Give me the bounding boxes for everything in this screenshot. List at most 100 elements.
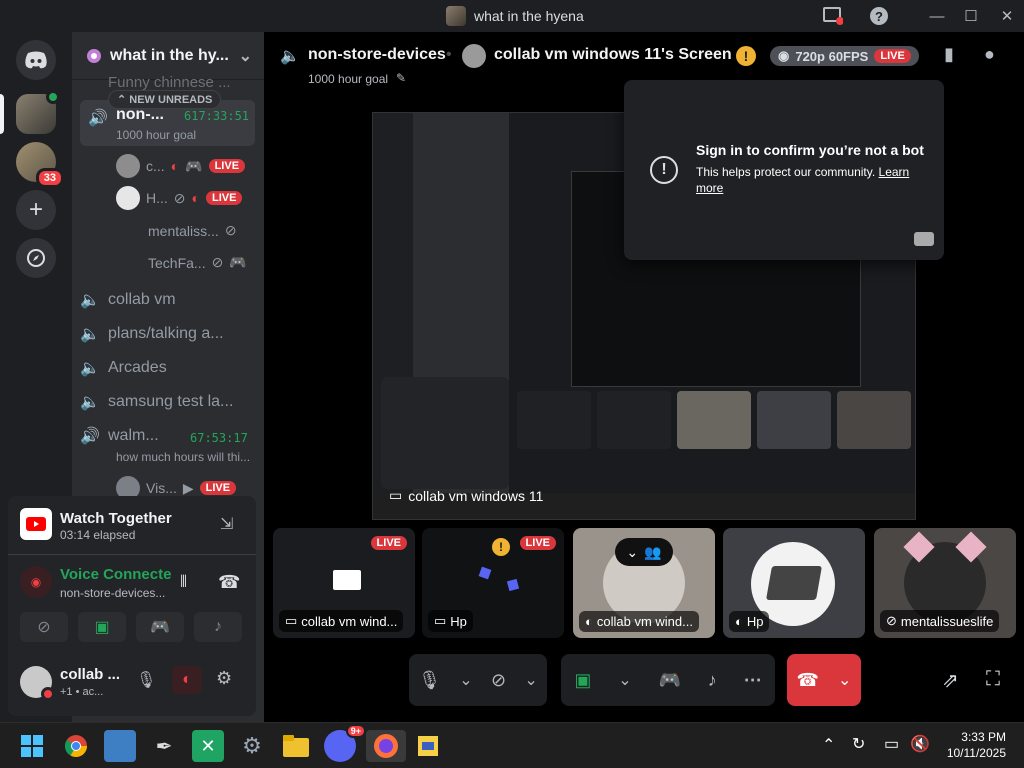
channel-topic: 1000 hour goal: [308, 72, 389, 86]
channel-plans[interactable]: 🔈 plans/talking a...: [80, 324, 224, 344]
discord-icon[interactable]: 9+: [324, 724, 366, 762]
camera-off-icon[interactable]: ⊘: [491, 670, 506, 691]
volume-muted-icon[interactable]: 🔇: [910, 734, 930, 754]
settings-icon[interactable]: ⚙: [236, 730, 268, 762]
activity-button[interactable]: 🎮: [136, 612, 184, 642]
tile-hp-1[interactable]: ! LIVE ▭ Hp: [422, 528, 564, 638]
channel-label: collab vm: [108, 291, 176, 308]
maximize-icon[interactable]: ☐: [954, 0, 988, 32]
chrome-icon[interactable]: [60, 730, 92, 762]
tile-label: ⊘ mentalissueslife: [880, 610, 1000, 632]
separator-dot: •: [446, 46, 452, 63]
stream-quality-badge[interactable]: ◉ 720p 60FPS LIVE: [770, 46, 919, 66]
firefox-icon[interactable]: [366, 730, 406, 762]
title-bar: what in the hyena ? — ☐ ✕: [0, 0, 1024, 32]
server-badge-icon: [87, 48, 101, 63]
channel-timer: 617:33:51: [184, 109, 250, 123]
edit-icon[interactable]: ✎: [396, 71, 406, 85]
tile-collab-vm-2[interactable]: ⌄ 👥 ◐ collab vm wind...: [573, 528, 715, 638]
signal-icon[interactable]: ◉: [20, 566, 52, 598]
avatar[interactable]: [20, 666, 55, 701]
server-second[interactable]: 33: [16, 142, 64, 188]
voice-user-h[interactable]: H... ⊘ ◐ LIVE: [116, 186, 243, 210]
server-what-in-the-hyena[interactable]: [16, 90, 60, 134]
soundboard-icon[interactable]: ♪: [708, 670, 717, 691]
disconnect-icon[interactable]: ☎: [218, 572, 240, 593]
gear-icon[interactable]: ⚙: [216, 668, 232, 689]
chevron-down-icon[interactable]: ⌄: [459, 670, 472, 690]
tile-name: Hp: [450, 613, 467, 629]
warning-icon[interactable]: !: [736, 46, 756, 66]
fullscreen-icon[interactable]: ⛶: [986, 668, 1000, 691]
sync-icon[interactable]: ↻: [852, 734, 865, 754]
start-icon[interactable]: [16, 730, 48, 762]
chat-icon[interactable]: ●: [984, 44, 995, 65]
monitor-icon: ▭: [434, 613, 447, 628]
display-icon[interactable]: ▭: [884, 734, 899, 754]
more-icon[interactable]: ⋯: [744, 670, 762, 691]
camera-off-button[interactable]: ⊘: [20, 612, 68, 642]
inbox-icon[interactable]: [816, 0, 850, 32]
xbox-icon[interactable]: ✕: [192, 730, 224, 762]
voice-user-c[interactable]: c... ◐ 🎮 LIVE: [116, 154, 246, 178]
muted-icon: ⊘: [173, 189, 186, 206]
tray-chevron-icon[interactable]: ⌃: [822, 735, 835, 755]
bookmark-icon[interactable]: ▮: [944, 44, 954, 65]
server-header[interactable]: what in the hy... ⌄: [72, 32, 264, 80]
new-unreads-pill[interactable]: ⌃ NEW UNREADS: [108, 90, 222, 109]
info-icon: !: [650, 156, 678, 184]
dnd-status-icon: [41, 687, 55, 701]
users-icon: 👥: [644, 543, 662, 560]
tile-hp-2[interactable]: ◐ Hp: [723, 528, 865, 638]
tile-mentalissueslife[interactable]: ⊘ mentalissueslife: [874, 528, 1016, 638]
screen-share-icon[interactable]: ▣: [574, 670, 591, 691]
speaker-icon: 🔈: [80, 394, 100, 411]
muted-icon: ⊘: [886, 613, 897, 628]
watch-stream-button[interactable]: ⌄ 👥: [615, 538, 673, 566]
popup-body-text: This helps protect our community.: [696, 165, 876, 179]
chevron-down-icon[interactable]: ⌄: [524, 670, 537, 690]
channel-arcades[interactable]: 🔈 Arcades: [80, 358, 167, 378]
voice-channel[interactable]: non-store-devices...: [60, 586, 165, 600]
soundboard-button[interactable]: ♪: [194, 612, 242, 642]
channel-walm[interactable]: 🔊 walm...: [80, 426, 159, 446]
pen-tool-icon[interactable]: ✒: [148, 730, 180, 762]
winrar-icon[interactable]: [412, 730, 444, 762]
speaker-icon: 🔈: [280, 48, 300, 65]
channel-samsung[interactable]: 🔈 samsung test la...: [80, 392, 233, 412]
voice-user-techfa[interactable]: TechFa... ⊘ 🎮: [148, 254, 247, 271]
nested-tiles: [517, 391, 913, 451]
remote-desktop-icon[interactable]: [104, 730, 136, 762]
live-badge: LIVE: [519, 536, 556, 550]
user-name[interactable]: collab ...: [60, 666, 120, 683]
minimize-icon[interactable]: —: [920, 0, 954, 32]
voice-user-name: Vis...: [146, 480, 177, 496]
stream-pixel: [506, 578, 520, 592]
clock[interactable]: 3:33 PM 10/11/2025: [944, 729, 1006, 761]
channel-funny[interactable]: Funny chinnese ...: [80, 74, 231, 91]
discover-icon[interactable]: [16, 238, 56, 278]
chevron-down-icon[interactable]: ⌄: [838, 670, 851, 690]
voice-user-mentaliss[interactable]: mentaliss... ⊘: [148, 222, 237, 239]
voice-user-name: mentaliss...: [148, 222, 219, 239]
chevron-down-icon[interactable]: ⌄: [618, 670, 631, 690]
screen-share-button[interactable]: ▣: [78, 612, 126, 642]
disconnect-button[interactable]: ☎ ⌄: [787, 654, 861, 706]
voice-status[interactable]: Voice Connected: [60, 566, 172, 583]
discord-home-icon[interactable]: [16, 40, 56, 80]
channel-collab-vm[interactable]: 🔈 collab vm: [80, 290, 176, 310]
popout-icon[interactable]: ⇗: [942, 668, 959, 693]
help-icon[interactable]: ?: [862, 0, 896, 32]
close-icon[interactable]: ✕: [990, 0, 1024, 32]
noise-suppression-icon[interactable]: ⦀: [180, 574, 187, 592]
microphone-icon[interactable]: 🎙: [418, 670, 441, 691]
leave-activity-icon[interactable]: ⇲: [220, 514, 233, 534]
headphones-icon[interactable]: ◐: [172, 666, 202, 694]
tile-collab-vm-1[interactable]: LIVE ▭ collab vm wind...: [273, 528, 415, 638]
add-server-icon[interactable]: +: [16, 190, 56, 230]
activity-icon[interactable]: 🎮: [658, 670, 680, 691]
youtube-icon: [20, 508, 52, 540]
file-explorer-icon[interactable]: [280, 730, 312, 762]
microphone-icon[interactable]: 🎙: [136, 670, 156, 690]
caption-label: collab vm windows 11: [408, 487, 544, 504]
